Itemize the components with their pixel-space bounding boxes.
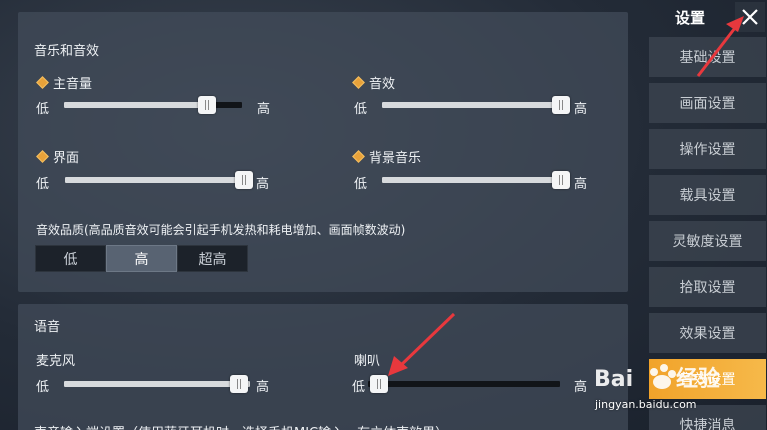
voice-section-title: 语音 — [34, 320, 61, 335]
svg-text:Bai: Bai — [594, 367, 633, 392]
interface-volume-knob[interactable] — [235, 171, 253, 189]
mic-fill — [64, 381, 250, 387]
master-volume-text: 主音量 — [53, 77, 93, 92]
interface-volume-label: 界面 — [36, 147, 80, 166]
effects-volume-slider[interactable] — [382, 96, 570, 114]
nav-basic[interactable]: 基础设置 — [649, 37, 766, 77]
interface-volume-low: 低 — [36, 177, 50, 192]
speaker-knob[interactable] — [370, 375, 388, 393]
close-icon — [742, 9, 758, 25]
bgm-volume-slider[interactable] — [382, 171, 570, 189]
mic-label: 麦克风 — [36, 350, 75, 369]
master-volume-slider[interactable] — [64, 96, 242, 114]
speaker-high: 高 — [574, 380, 588, 395]
speaker-label: 喇叭 — [354, 350, 380, 369]
settings-title: 设置 — [674, 9, 705, 27]
mic-knob[interactable] — [230, 375, 248, 393]
mic-text: 麦克风 — [36, 354, 76, 369]
bgm-volume-low: 低 — [354, 177, 368, 192]
nav-pickup[interactable]: 拾取设置 — [649, 267, 766, 307]
diamond-icon — [352, 150, 365, 163]
quality-label: 音效品质(高品质音效可能会引起手机发热和耗电增加、画面帧数波动) — [36, 223, 406, 237]
speaker-slider[interactable] — [368, 375, 560, 393]
bgm-volume-text: 背景音乐 — [369, 151, 422, 166]
nav-vehicle[interactable]: 载具设置 — [649, 175, 766, 215]
bgm-volume-knob[interactable] — [552, 171, 570, 189]
music-section-title: 音乐和音效 — [34, 44, 100, 59]
interface-volume-slider[interactable] — [65, 171, 253, 189]
svg-text:经验: 经验 — [676, 366, 720, 392]
nav-controls[interactable]: 操作设置 — [649, 129, 766, 169]
interface-volume-text: 界面 — [53, 151, 80, 166]
bgm-volume-high: 高 — [574, 177, 588, 192]
speaker-low: 低 — [352, 380, 366, 395]
effects-volume-label: 音效 — [352, 73, 396, 92]
master-volume-low: 低 — [36, 102, 50, 117]
master-volume-high: 高 — [257, 102, 271, 117]
mic-low: 低 — [36, 380, 50, 395]
baidu-watermark: Bai 经验 — [594, 364, 720, 392]
quality-option-high[interactable]: 高 — [106, 245, 177, 272]
voice-panel: 语音 麦克风 低 高 喇叭 低 高 声音输入端设置（使用蓝牙耳机时，选择手机MI… — [18, 304, 628, 430]
mic-slider[interactable] — [64, 375, 250, 393]
effects-volume-fill — [382, 102, 570, 108]
bgm-volume-label: 背景音乐 — [352, 147, 422, 166]
nav-effects[interactable]: 效果设置 — [649, 313, 766, 353]
diamond-icon — [36, 76, 49, 89]
close-button[interactable] — [735, 2, 765, 32]
master-volume-label: 主音量 — [36, 73, 93, 92]
effects-volume-high: 高 — [574, 102, 588, 117]
quality-segmented-control: 低 高 超高 — [35, 245, 248, 272]
watermark-url: jingyan.baidu.com — [595, 398, 697, 411]
master-volume-knob[interactable] — [198, 96, 216, 114]
effects-volume-low: 低 — [354, 102, 368, 117]
diamond-icon — [352, 76, 365, 89]
input-device-setting[interactable]: 声音输入端设置（使用蓝牙耳机时，选择手机MIC输入，有立体声效果） — [34, 422, 448, 430]
interface-volume-fill — [65, 177, 251, 183]
interface-volume-high: 高 — [256, 177, 270, 192]
bgm-volume-fill — [382, 177, 570, 183]
effects-volume-knob[interactable] — [552, 96, 570, 114]
master-volume-fill — [64, 102, 207, 108]
diamond-icon — [36, 150, 49, 163]
speaker-text: 喇叭 — [354, 354, 381, 369]
effects-volume-text: 音效 — [369, 77, 396, 92]
quality-option-low[interactable]: 低 — [35, 245, 106, 272]
nav-graphics[interactable]: 画面设置 — [649, 83, 766, 123]
mic-high: 高 — [256, 380, 270, 395]
nav-sensitivity[interactable]: 灵敏度设置 — [649, 221, 766, 261]
quality-option-ultra[interactable]: 超高 — [177, 245, 248, 272]
